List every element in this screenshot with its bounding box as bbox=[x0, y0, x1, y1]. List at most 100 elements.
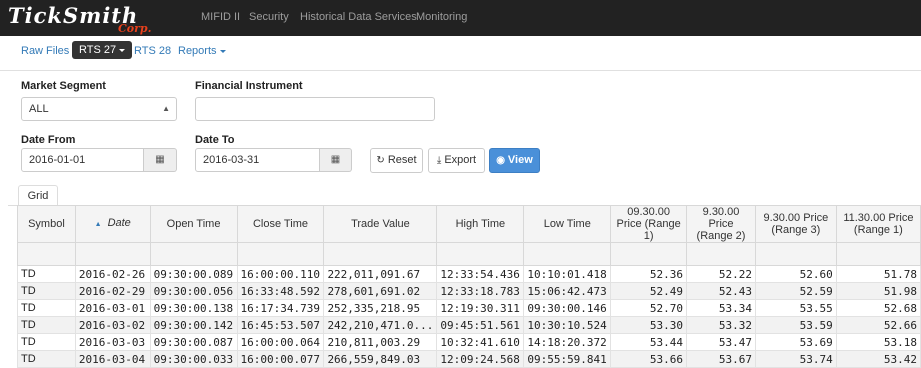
cell-date: 2016-03-02 bbox=[74, 316, 151, 334]
cell-open-time: 09:30:00.089 bbox=[149, 265, 238, 283]
cell-trade-value: 266,559,849.03 bbox=[323, 350, 438, 368]
cell-low-time: 10:10:01.418 bbox=[523, 265, 612, 283]
cell-low-time: 10:30:10.524 bbox=[523, 316, 612, 334]
export-button[interactable]: ⤓ Export bbox=[428, 148, 485, 173]
cell-trade-value: 242,210,471.0... bbox=[323, 316, 438, 334]
cell-price: 52.49 bbox=[610, 282, 688, 300]
column-filter[interactable] bbox=[17, 242, 76, 266]
cell-high-time: 12:33:18.783 bbox=[436, 282, 525, 300]
cell-high-time: 12:09:24.568 bbox=[436, 350, 525, 368]
calendar-icon[interactable]: ▦ bbox=[320, 148, 352, 172]
col-header-high-time[interactable]: High Time bbox=[436, 205, 525, 243]
cell-open-time: 09:30:00.138 bbox=[149, 299, 238, 317]
market-segment-select[interactable]: ALL ▲︎ bbox=[21, 97, 177, 121]
col-header-close-time[interactable]: Close Time bbox=[236, 205, 325, 243]
table-row[interactable]: TD 2016-02-26 09:30:00.089 16:00:00.110 … bbox=[17, 265, 921, 283]
column-filter[interactable] bbox=[236, 242, 325, 266]
col-header-price-930-range2[interactable]: 9.30.00 Price (Range 2) bbox=[686, 205, 756, 243]
financial-instrument-input[interactable] bbox=[195, 97, 435, 121]
subnav-rts27[interactable]: RTS 27 bbox=[72, 41, 133, 59]
nav-mifid-ii[interactable]: MIFID II bbox=[201, 11, 240, 23]
table-row[interactable]: TD 2016-02-29 09:30:00.056 16:33:48.592 … bbox=[17, 282, 921, 300]
cell-price: 53.67 bbox=[686, 350, 756, 368]
cell-trade-value: 252,335,218.95 bbox=[323, 299, 438, 317]
market-segment-label: Market Segment bbox=[21, 80, 106, 92]
cell-symbol: TD bbox=[17, 333, 76, 351]
eye-icon: ◉ bbox=[496, 155, 505, 166]
cell-price: 53.44 bbox=[610, 333, 688, 351]
cell-close-time: 16:45:53.507 bbox=[236, 316, 325, 334]
column-filter[interactable] bbox=[323, 242, 438, 266]
brand-suffix: Corp. bbox=[118, 22, 152, 35]
brand-logo[interactable]: TickSmith Corp. bbox=[8, 1, 158, 35]
cell-close-time: 16:00:00.064 bbox=[236, 333, 325, 351]
reset-button[interactable]: ↻ Reset bbox=[370, 148, 423, 173]
cell-price: 53.34 bbox=[686, 299, 756, 317]
cell-high-time: 12:33:54.436 bbox=[436, 265, 525, 283]
view-button[interactable]: ◉ View bbox=[489, 148, 540, 173]
subnav-raw-files[interactable]: Raw Files bbox=[21, 45, 69, 57]
caret-down-icon bbox=[119, 48, 126, 52]
cell-price: 53.66 bbox=[610, 350, 688, 368]
column-filter[interactable] bbox=[523, 242, 612, 266]
cell-date: 2016-03-01 bbox=[74, 299, 151, 317]
cell-date: 2016-02-26 bbox=[74, 265, 151, 283]
cell-high-time: 09:45:51.561 bbox=[436, 316, 525, 334]
date-to-input[interactable]: 2016-03-31 bbox=[195, 148, 320, 172]
date-from-label: Date From bbox=[21, 134, 76, 146]
column-filter[interactable] bbox=[610, 242, 688, 266]
cell-price: 52.60 bbox=[754, 265, 837, 283]
table-row[interactable]: TD 2016-03-04 09:30:00.033 16:00:00.077 … bbox=[17, 350, 921, 368]
col-header-price-1130-range1[interactable]: 11.30.00 Price (Range 1) bbox=[835, 205, 921, 243]
cell-trade-value: 222,011,091.67 bbox=[323, 265, 438, 283]
col-header-date-label: Date bbox=[107, 217, 131, 229]
column-filter[interactable] bbox=[686, 242, 756, 266]
col-header-low-time[interactable]: Low Time bbox=[523, 205, 612, 243]
table-row[interactable]: TD 2016-03-03 09:30:00.087 16:00:00.064 … bbox=[17, 333, 921, 351]
cell-price: 53.47 bbox=[686, 333, 756, 351]
col-header-symbol[interactable]: Symbol bbox=[17, 205, 76, 243]
financial-instrument-label: Financial Instrument bbox=[195, 80, 303, 92]
cell-price: 53.30 bbox=[610, 316, 688, 334]
cell-price: 53.32 bbox=[686, 316, 756, 334]
subnav-reports-label: Reports bbox=[178, 45, 217, 57]
nav-security[interactable]: Security bbox=[249, 11, 289, 23]
col-header-trade-value[interactable]: Trade Value bbox=[323, 205, 438, 243]
cell-symbol: TD bbox=[17, 282, 76, 300]
subnav-reports[interactable]: Reports bbox=[178, 45, 226, 57]
calendar-icon[interactable]: ▦ bbox=[144, 148, 177, 172]
column-filter[interactable] bbox=[74, 242, 151, 266]
data-grid: Symbol ▲ Date Open Time Close Time Trade … bbox=[17, 205, 921, 368]
cell-price: 51.98 bbox=[835, 282, 921, 300]
table-row[interactable]: TD 2016-03-01 09:30:00.138 16:17:34.739 … bbox=[17, 299, 921, 317]
col-header-price-930-range3[interactable]: 9.30.00 Price (Range 3) bbox=[754, 205, 837, 243]
column-filter[interactable] bbox=[835, 242, 921, 266]
col-header-price-0930-range1[interactable]: 09.30.00 Price (Range 1) bbox=[610, 205, 688, 243]
table-row[interactable]: TD 2016-03-02 09:30:00.142 16:45:53.507 … bbox=[17, 316, 921, 334]
nav-monitoring[interactable]: Monitoring bbox=[416, 11, 467, 23]
cell-open-time: 09:30:00.056 bbox=[149, 282, 238, 300]
column-filter[interactable] bbox=[754, 242, 837, 266]
grid-header-row: Symbol ▲ Date Open Time Close Time Trade … bbox=[17, 205, 921, 243]
top-navbar: TickSmith Corp. MIFID II Security Histor… bbox=[0, 0, 921, 36]
subnav-rts28[interactable]: RTS 28 bbox=[134, 45, 171, 57]
cell-date: 2016-03-03 bbox=[74, 333, 151, 351]
cell-price: 53.69 bbox=[754, 333, 837, 351]
market-segment-value: ALL bbox=[29, 103, 49, 115]
cell-close-time: 16:33:48.592 bbox=[236, 282, 325, 300]
download-icon: ⤓ bbox=[436, 155, 442, 166]
cell-close-time: 16:17:34.739 bbox=[236, 299, 325, 317]
cell-date: 2016-02-29 bbox=[74, 282, 151, 300]
cell-price: 53.55 bbox=[754, 299, 837, 317]
cell-high-time: 10:32:41.610 bbox=[436, 333, 525, 351]
column-filter[interactable] bbox=[149, 242, 238, 266]
cell-price: 53.59 bbox=[754, 316, 837, 334]
column-filter[interactable] bbox=[436, 242, 525, 266]
col-header-date[interactable]: ▲ Date bbox=[74, 205, 151, 243]
col-header-open-time[interactable]: Open Time bbox=[149, 205, 238, 243]
tab-grid[interactable]: Grid bbox=[18, 185, 58, 206]
nav-historical-data-services[interactable]: Historical Data Services bbox=[300, 11, 417, 23]
cell-price: 52.36 bbox=[610, 265, 688, 283]
cell-low-time: 09:55:59.841 bbox=[523, 350, 612, 368]
date-from-input[interactable]: 2016-01-01 bbox=[21, 148, 144, 172]
